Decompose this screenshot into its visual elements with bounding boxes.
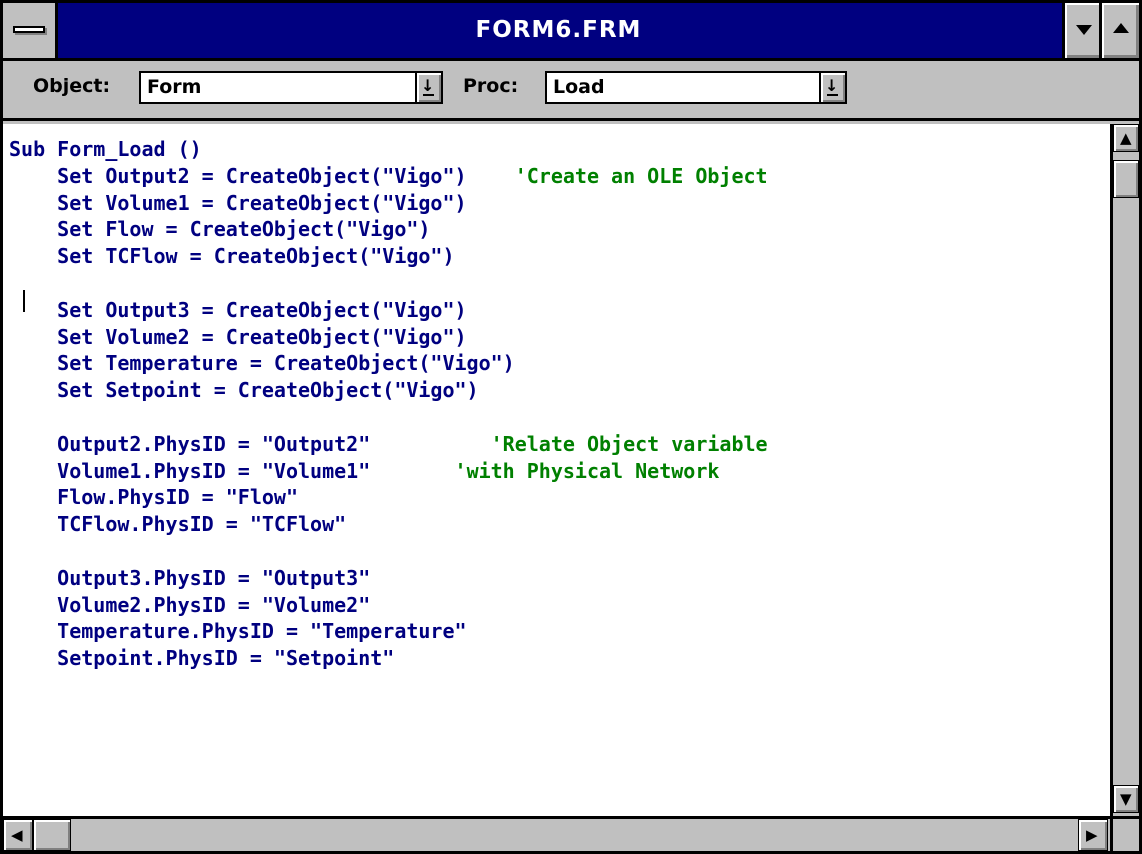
object-proc-toolbar: Object: Form ↓ Proc: Load ↓: [3, 61, 1139, 121]
code-line[interactable]: Flow.PhysID = "Flow": [9, 484, 768, 511]
vertical-scroll-track[interactable]: [1113, 198, 1139, 786]
scroll-down-button[interactable]: ▼: [1113, 785, 1139, 813]
chevron-down-icon: ↓: [825, 76, 839, 95]
arrow-right-icon: ▶: [1086, 826, 1098, 844]
code-line-text: Setpoint.PhysID = "Setpoint": [9, 646, 395, 671]
code-line-text: Set Volume2 = CreateObject("Vigo"): [9, 324, 467, 349]
code-line[interactable]: Set Volume1 = CreateObject("Vigo"): [9, 190, 768, 217]
code-line[interactable]: Output2.PhysID = "Output2" 'Relate Objec…: [9, 431, 768, 458]
code-line[interactable]: Set Setpoint = CreateObject("Vigo"): [9, 377, 768, 404]
code-line-text: Output3.PhysID = "Output3": [9, 565, 371, 590]
arrow-left-icon: ◀: [11, 826, 23, 844]
code-line[interactable]: Volume2.PhysID = "Volume2": [9, 592, 768, 619]
code-line-text: Set Output2 = CreateObject("Vigo"): [9, 163, 467, 188]
proc-dropdown-button[interactable]: ↓: [819, 73, 845, 102]
proc-label: Proc:: [463, 75, 519, 97]
code-line[interactable]: Volume1.PhysID = "Volume1" 'with Physica…: [9, 458, 768, 485]
scroll-up-button[interactable]: ▲: [1113, 124, 1139, 152]
title-bar[interactable]: FORM6.FRM: [3, 3, 1139, 61]
minimize-button[interactable]: [1062, 3, 1102, 58]
system-menu-icon: [13, 26, 45, 33]
object-combo-value: Form: [147, 76, 202, 98]
object-dropdown-button[interactable]: ↓: [415, 73, 441, 102]
code-line-text: Set Output3 = CreateObject("Vigo"): [9, 297, 467, 322]
code-line-text: Volume1.PhysID = "Volume1": [9, 458, 371, 483]
arrow-down-icon: ▼: [1120, 790, 1132, 808]
maximize-icon: [1113, 23, 1129, 33]
scroll-left-button[interactable]: ◀: [3, 819, 33, 851]
code-line[interactable]: Set Temperature = CreateObject("Vigo"): [9, 350, 768, 377]
minimize-icon: [1076, 25, 1092, 35]
vertical-scrollbar[interactable]: ▲ ▼: [1110, 124, 1139, 816]
proc-combo-value: Load: [553, 76, 605, 98]
code-line-text: Output2.PhysID = "Output2": [9, 431, 371, 456]
maximize-button[interactable]: [1099, 3, 1139, 58]
code-comment: 'with Physical Network: [370, 458, 720, 483]
horizontal-scroll-thumb[interactable]: [33, 819, 71, 851]
object-combo[interactable]: Form ↓: [139, 71, 443, 104]
code-line[interactable]: Output3.PhysID = "Output3": [9, 565, 768, 592]
proc-combo[interactable]: Load ↓: [545, 71, 847, 104]
code-window: FORM6.FRM Object: Form ↓ Proc: Load ↓ Su…: [0, 0, 1142, 854]
scroll-right-button[interactable]: ▶: [1078, 819, 1108, 851]
code-line-text: Set Flow = CreateObject("Vigo"): [9, 217, 431, 242]
code-editor[interactable]: Sub Form_Load () Set Output2 = CreateObj…: [3, 124, 1110, 816]
code-line[interactable]: [9, 538, 768, 565]
text-caret: [23, 290, 25, 312]
code-line-text: Flow.PhysID = "Flow": [9, 485, 298, 510]
code-comment: 'Relate Object variable: [370, 431, 768, 456]
code-comment: 'Create an OLE Object: [466, 163, 768, 188]
code-line[interactable]: Temperature.PhysID = "Temperature": [9, 618, 768, 645]
vertical-scroll-thumb[interactable]: [1113, 160, 1139, 198]
code-line-text: Set Setpoint = CreateObject("Vigo"): [9, 378, 479, 403]
code-line[interactable]: Set Flow = CreateObject("Vigo"): [9, 216, 768, 243]
code-text[interactable]: Sub Form_Load () Set Output2 = CreateObj…: [9, 136, 768, 672]
code-line-text: Set TCFlow = CreateObject("Vigo"): [9, 244, 455, 269]
arrow-up-icon: ▲: [1120, 129, 1132, 147]
scrollbar-corner: [1110, 816, 1139, 851]
code-line-text: Sub Form_Load (): [9, 137, 202, 161]
object-label: Object:: [33, 75, 111, 97]
system-menu-button[interactable]: [3, 3, 58, 58]
code-line[interactable]: Set TCFlow = CreateObject("Vigo"): [9, 243, 768, 270]
code-line[interactable]: [9, 270, 768, 297]
code-line[interactable]: [9, 404, 768, 431]
code-line[interactable]: Set Output3 = CreateObject("Vigo"): [9, 297, 768, 324]
code-line-text: Set Temperature = CreateObject("Vigo"): [9, 351, 515, 376]
chevron-down-icon: ↓: [421, 76, 435, 95]
code-line[interactable]: TCFlow.PhysID = "TCFlow": [9, 511, 768, 538]
code-line[interactable]: Set Volume2 = CreateObject("Vigo"): [9, 324, 768, 351]
code-line-text: TCFlow.PhysID = "TCFlow": [9, 512, 347, 537]
window-title: FORM6.FRM: [475, 17, 642, 43]
code-line-text: Set Volume1 = CreateObject("Vigo"): [9, 190, 467, 215]
code-line[interactable]: Set Output2 = CreateObject("Vigo") 'Crea…: [9, 163, 768, 190]
code-line-text: Volume2.PhysID = "Volume2": [9, 592, 371, 617]
horizontal-scrollbar[interactable]: ◀ ▶: [3, 816, 1110, 851]
code-line[interactable]: Sub Form_Load (): [9, 136, 768, 163]
code-line-text: Temperature.PhysID = "Temperature": [9, 619, 467, 644]
code-line[interactable]: Setpoint.PhysID = "Setpoint": [9, 645, 768, 672]
